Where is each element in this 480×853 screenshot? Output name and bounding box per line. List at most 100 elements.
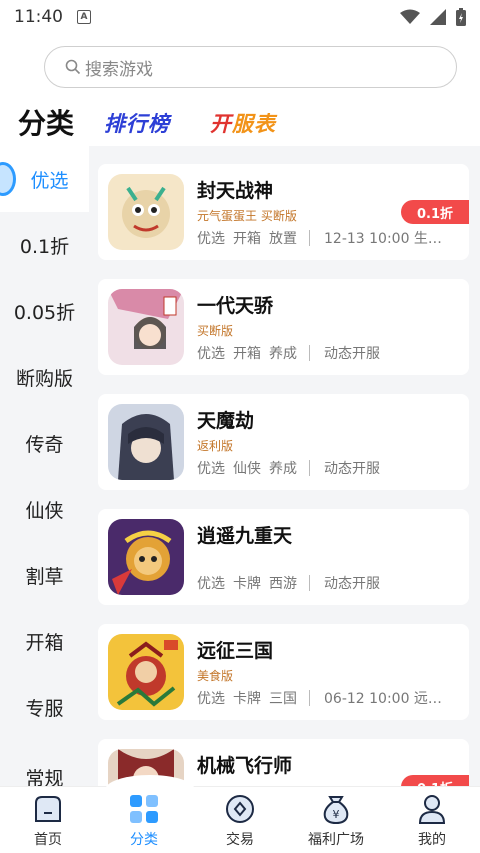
game-list: 封天战神 元气蛋蛋王 买断版 优选 开箱 放置 12-13 10:00 生… 0…	[89, 146, 480, 786]
search-bar[interactable]: 搜索游戏	[44, 46, 457, 88]
tab-server-open[interactable]: 开服表	[210, 108, 276, 138]
game-tag: 卡牌	[233, 691, 261, 707]
game-tags: 优选 开箱 放置 12-13 10:00 生…	[197, 228, 442, 248]
sidebar-item-label: 开箱	[25, 631, 64, 654]
discount-badge: 0.1折	[401, 200, 469, 224]
tab-ranking[interactable]: 排行榜	[104, 108, 170, 138]
game-tag: 放置	[269, 231, 297, 247]
game-card[interactable]: 远征三国 美食版 优选 卡牌 三国 06-12 10:00 远…	[98, 624, 469, 720]
game-tag: 优选	[197, 461, 225, 477]
sidebar-item-label: 割草	[25, 565, 64, 588]
status-time: 11:40	[14, 7, 63, 27]
game-icon	[108, 519, 184, 595]
trade-icon	[226, 795, 254, 823]
tab-server-open-part1: 开	[210, 112, 232, 136]
sidebar-item-zhuanfu[interactable]: 专服	[0, 674, 89, 740]
game-subtitle: 买断版	[197, 324, 234, 338]
game-name: 机械飞行师	[197, 755, 293, 777]
top-tabs: 分类 排行榜 开服表	[0, 100, 480, 142]
game-card[interactable]: 一代天骄 买断版 优选 开箱 养成 动态开服	[98, 279, 469, 375]
search-icon	[65, 59, 81, 75]
game-tag: 养成	[269, 346, 297, 362]
game-tag: 开箱	[233, 231, 261, 247]
nav-category[interactable]: 分类	[104, 793, 184, 851]
tab-server-open-part2: 服表	[232, 112, 276, 136]
game-name: 封天战神	[197, 180, 274, 202]
game-subtitle: 美食版	[197, 669, 234, 683]
battery-icon	[456, 8, 466, 26]
game-subtitle: 元气蛋蛋王 买断版	[197, 209, 297, 223]
sidebar-item-buyout[interactable]: 断购版	[0, 344, 89, 410]
sidebar-item-youxuan[interactable]: 优选	[0, 146, 89, 212]
profile-icon	[418, 795, 446, 824]
tab-category[interactable]: 分类	[18, 102, 74, 142]
status-bar: 11:40 A	[0, 0, 480, 34]
welfare-icon: ¥	[323, 796, 349, 825]
sidebar-item-kaixiang[interactable]: 开箱	[0, 608, 89, 674]
game-icon	[108, 174, 184, 250]
game-tag: 仙侠	[233, 461, 261, 477]
game-name: 远征三国	[197, 640, 274, 662]
server-time: 06-12 10:00 远…	[324, 691, 442, 707]
game-tag: 优选	[197, 576, 225, 592]
game-tags: 优选 开箱 养成 动态开服	[197, 343, 380, 363]
game-tag: 西游	[269, 576, 297, 592]
nav-label: 福利广场	[308, 832, 364, 848]
home-icon	[35, 796, 61, 822]
nav-profile[interactable]: 我的	[392, 793, 472, 851]
nav-trade[interactable]: 交易	[200, 793, 280, 851]
sidebar-item-label: 0.05折	[13, 301, 76, 324]
game-tags: 优选 卡牌 西游 动态开服	[197, 573, 380, 593]
game-tag: 三国	[269, 691, 297, 707]
category-sidebar: 优选 0.1折 0.05折 断购版 传奇 仙侠 割草 开箱 专服 常规	[0, 146, 89, 786]
sidebar-item-legend[interactable]: 传奇	[0, 410, 89, 476]
nav-welfare[interactable]: ¥ 福利广场	[296, 793, 376, 851]
sidebar-item-label: 常规	[25, 767, 64, 787]
sidebar-item-gecao[interactable]: 割草	[0, 542, 89, 608]
category-icon	[130, 795, 158, 823]
server-time: 动态开服	[324, 576, 380, 592]
server-time: 12-13 10:00 生…	[324, 231, 442, 247]
search-placeholder: 搜索游戏	[85, 59, 153, 80]
sidebar-item-changgui[interactable]: 常规	[0, 744, 89, 787]
game-tag: 开箱	[233, 346, 261, 362]
game-tags: 优选 仙侠 养成 动态开服	[197, 458, 380, 478]
nav-label: 分类	[130, 832, 158, 848]
game-subtitle: 返利版	[197, 439, 234, 453]
status-icons	[400, 8, 466, 26]
game-name: 天魔劫	[197, 410, 255, 432]
tag-divider	[309, 575, 310, 591]
game-tag: 优选	[197, 691, 225, 707]
tag-divider	[309, 345, 310, 361]
bottom-nav: 首页 分类 交易 ¥ 福利广场 我的	[0, 775, 480, 853]
sidebar-item-label: 优选	[30, 169, 69, 192]
nav-label: 我的	[418, 832, 446, 848]
sidebar-item-label: 传奇	[25, 433, 64, 456]
discount-badge: 0.1折	[401, 775, 469, 786]
tag-divider	[309, 230, 310, 246]
game-card[interactable]: 封天战神 元气蛋蛋王 买断版 优选 开箱 放置 12-13 10:00 生… 0…	[98, 164, 469, 260]
active-indicator	[0, 162, 16, 196]
game-card[interactable]: 逍遥九重天 优选 卡牌 西游 动态开服	[98, 509, 469, 605]
sidebar-item-xianxia[interactable]: 仙侠	[0, 476, 89, 542]
nav-label: 首页	[34, 832, 62, 848]
sidebar-item-label: 断购版	[15, 367, 73, 390]
game-card[interactable]: 天魔劫 返利版 优选 仙侠 养成 动态开服	[98, 394, 469, 490]
server-time: 动态开服	[324, 346, 380, 362]
game-tag: 养成	[269, 461, 297, 477]
nav-label: 交易	[226, 832, 254, 848]
tag-divider	[309, 460, 310, 476]
game-tags: 优选 卡牌 三国 06-12 10:00 远…	[197, 688, 442, 708]
sidebar-item-label: 0.1折	[19, 235, 70, 258]
sidebar-item-label: 专服	[25, 697, 64, 720]
sidebar-item-0.05-discount[interactable]: 0.05折	[0, 278, 89, 344]
nav-home[interactable]: 首页	[8, 793, 88, 851]
wifi-icon	[400, 9, 420, 24]
server-time: 动态开服	[324, 461, 380, 477]
tag-divider	[309, 690, 310, 706]
svg-text:¥: ¥	[333, 808, 340, 821]
sidebar-item-0.1-discount[interactable]: 0.1折	[0, 212, 89, 278]
game-icon	[108, 404, 184, 480]
game-tag: 优选	[197, 346, 225, 362]
game-name: 一代天骄	[197, 295, 274, 317]
